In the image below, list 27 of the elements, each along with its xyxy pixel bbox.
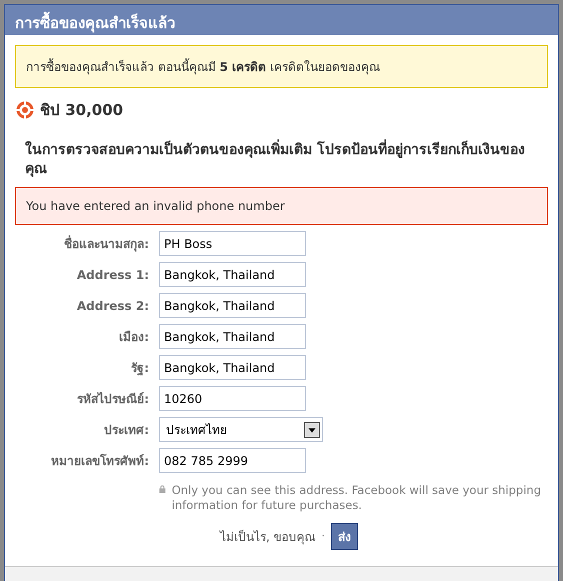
separator: · — [322, 531, 325, 542]
field-label: Address 1: — [76, 268, 149, 282]
field-label: รหัสไปรษณีย์: — [76, 390, 149, 408]
field-label: ประเทศ: — [103, 422, 149, 439]
success-notice: การซื้อของคุณสำเร็จแล้ว ตอนนี้คุณมี 5 เครดิต เครดิตในยอดของคุณ — [15, 45, 548, 88]
privacy-note: Only you can see this address. Facebook will save your shipping information for future purchases. — [172, 483, 542, 513]
submit-button[interactable]: ส่ง — [330, 523, 358, 550]
dialog-title: การซื้อของคุณสำเร็จแล้ว — [5, 5, 558, 35]
field-label: รัฐ: — [130, 360, 149, 377]
input-field[interactable]: Bangkok, Thailand — [159, 355, 306, 380]
input-field[interactable]: 10260 — [159, 386, 306, 411]
input-field[interactable]: PH Boss — [159, 231, 306, 256]
input-field[interactable]: Bangkok, Thailand — [159, 262, 306, 287]
error-message: You have entered an invalid phone number — [15, 187, 548, 225]
product-name: ชิป 30,000 — [40, 100, 124, 121]
poker-chip-icon — [16, 101, 34, 119]
field-label: หมายเลขโทรศัพท์: — [50, 452, 149, 470]
input-field[interactable]: Bangkok, Thailand — [159, 324, 306, 349]
cancel-link[interactable]: ไม่เป็นไร, ขอบคุณ — [220, 527, 316, 546]
field-label: เมือง: — [118, 329, 149, 346]
field-label: ชื่อและนามสกุล: — [63, 234, 149, 253]
field-label: Address 2: — [76, 298, 149, 312]
instructions: ในการตรวจสอบความเป็นตัวตนของคุณเพิ่มเติม โปรดป้อนที่อยู่การเรียกเก็บเงินของคุณ — [25, 141, 538, 179]
country-select[interactable]: ประเทศไทย — [159, 417, 323, 442]
lock-icon — [159, 483, 166, 495]
input-field[interactable]: Bangkok, Thailand — [159, 293, 306, 318]
input-field[interactable]: 082 785 2999 — [159, 448, 306, 473]
